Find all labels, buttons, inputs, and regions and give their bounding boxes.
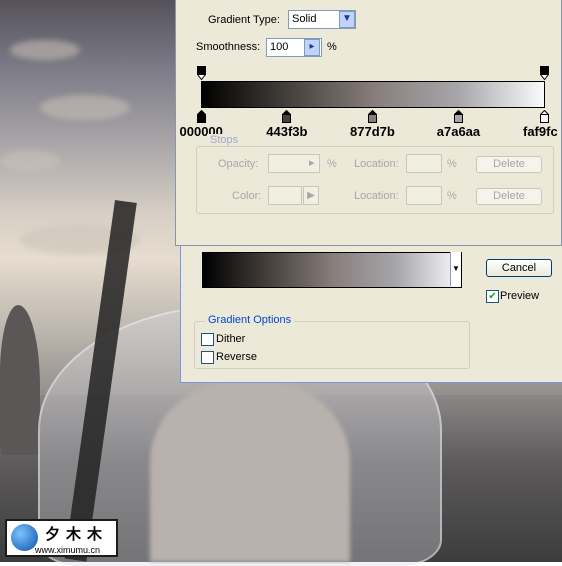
color-stop-label: 443f3b [266, 124, 308, 139]
cloud [40, 95, 130, 120]
cloud [0, 150, 60, 172]
smoothness-unit: % [327, 41, 337, 53]
preview-checkbox[interactable]: ✔ [486, 290, 499, 303]
opacity-stop-right[interactable] [540, 66, 549, 80]
gradient-bar[interactable] [201, 81, 545, 108]
reverse-checkbox[interactable] [201, 351, 214, 364]
color-swatch[interactable] [268, 186, 302, 205]
logo-globe-icon [11, 524, 38, 551]
color-stop[interactable] [453, 110, 463, 123]
location-input[interactable] [406, 154, 442, 173]
smoothness-label: Smoothness: [196, 41, 261, 53]
gradient-options-title: Gradient Options [205, 314, 295, 326]
color-menu-arrow[interactable]: ▶ [303, 186, 319, 205]
opacity-stepper-icon: ▸ [309, 157, 315, 169]
color-stop[interactable] [196, 110, 206, 123]
logo-url: www.ximumu.cn [35, 545, 101, 555]
dither-label: Dither [216, 333, 246, 345]
color-stop-label: a7a6aa [436, 124, 481, 139]
dither-checkbox[interactable] [201, 333, 214, 346]
cloud [10, 40, 80, 60]
opacity-label: Opacity: [218, 158, 259, 170]
delete-opacity-stop-button[interactable]: Delete [476, 156, 542, 173]
preview-label: Preview [500, 290, 540, 302]
stops-group-title: Stops [207, 134, 242, 146]
opacity-unit: % [327, 158, 337, 170]
color-stop[interactable] [539, 110, 549, 123]
gradient-type-label: Gradient Type: [208, 14, 280, 26]
location2-input[interactable] [406, 186, 442, 205]
gradient-preview-swatch[interactable] [202, 252, 462, 288]
site-logo: 夕木木 www.ximumu.cn [5, 519, 118, 557]
location-label: Location: [354, 158, 399, 170]
reverse-label: Reverse [216, 351, 257, 363]
color-stop-label: 877d7b [350, 124, 395, 139]
location-unit: % [447, 158, 457, 170]
opacity-stop-left[interactable] [197, 66, 206, 80]
gradient-type-dropdown-arrow[interactable]: ▼ [339, 11, 355, 28]
location2-label: Location: [354, 190, 399, 202]
cancel-button[interactable]: Cancel [486, 259, 552, 277]
smoothness-arrow[interactable]: ▸ [304, 39, 320, 56]
gradient-dropdown-arrow[interactable]: ▼ [450, 252, 461, 286]
color-stop[interactable] [282, 110, 292, 123]
color-stop[interactable] [368, 110, 377, 123]
delete-color-stop-button[interactable]: Delete [476, 188, 542, 205]
location2-unit: % [447, 190, 457, 202]
color-label: Color: [232, 190, 262, 202]
logo-text: 夕木木 [45, 525, 109, 543]
color-stop-label: faf9fc [523, 124, 558, 139]
